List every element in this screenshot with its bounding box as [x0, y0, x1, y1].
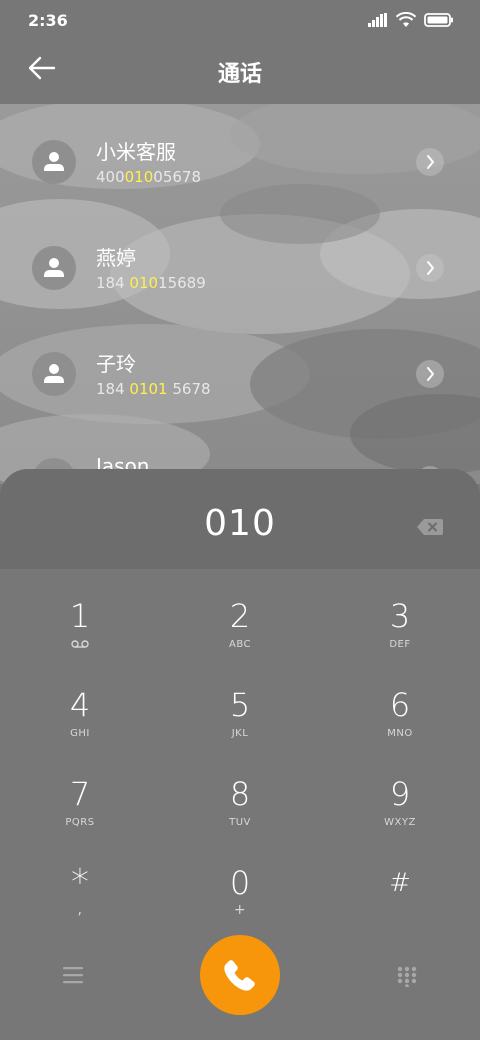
menu-button[interactable] — [62, 965, 84, 985]
key-digit: 6 — [389, 686, 411, 724]
avatar — [32, 352, 76, 396]
key-digit: 9 — [389, 775, 411, 813]
key-digit: 4 — [69, 686, 91, 724]
key-9[interactable]: 9 WXYZ — [340, 775, 460, 855]
key-7[interactable]: 7 PQRS — [20, 775, 140, 855]
call-button[interactable] — [200, 935, 280, 1015]
chevron-right-icon — [427, 367, 434, 381]
dialer-actions — [0, 920, 480, 1030]
page-title: 通话 — [217, 62, 262, 87]
dialpad-toggle-button[interactable] — [396, 965, 418, 988]
key-8[interactable]: 8 TUV — [180, 775, 300, 855]
contact-list: 小米客服 40001005678 燕婷 184 01015689 子玲 184 … — [0, 104, 480, 484]
key-digit: 7 — [69, 775, 91, 813]
contact-number: 184 01015689 — [96, 274, 206, 292]
voicemail-icon — [71, 640, 89, 648]
battery-icon — [424, 13, 453, 27]
key-letters: WXYZ — [384, 817, 416, 828]
key-letters: JKL — [231, 728, 249, 739]
person-icon — [44, 258, 64, 277]
key-digit: 5 — [229, 686, 251, 724]
key-letters: + — [233, 902, 247, 918]
key-letters: GHI — [70, 728, 90, 739]
key-letters: , — [77, 902, 83, 918]
key-3[interactable]: 3 DEF — [340, 597, 460, 677]
contact-number: 40001005678 — [96, 168, 201, 186]
chevron-right-icon — [427, 155, 434, 169]
contact-detail-button[interactable] — [416, 148, 444, 176]
header: 通话 — [0, 40, 480, 104]
avatar — [32, 140, 76, 184]
key-letters — [20, 639, 140, 652]
key-digit: # — [389, 868, 411, 898]
contact-item[interactable]: 燕婷 184 01015689 — [0, 214, 480, 314]
avatar — [32, 246, 76, 290]
key-letters: ABC — [228, 639, 251, 650]
menu-icon — [63, 967, 83, 984]
phone-icon — [224, 960, 255, 991]
key-1[interactable]: 1 — [20, 597, 140, 677]
dial-display: 010 — [0, 469, 480, 569]
status-bar: 2:36 — [0, 0, 480, 40]
key-digit: * — [71, 862, 89, 903]
contact-name: 燕婷 — [96, 246, 136, 270]
contact-number: 184 0101 5678 — [96, 380, 211, 398]
chevron-right-icon — [427, 261, 434, 275]
key-letters: PQRS — [65, 817, 95, 828]
backspace-icon — [417, 519, 443, 535]
key-4[interactable]: 4 GHI — [20, 686, 140, 766]
backspace-button[interactable] — [416, 517, 444, 537]
key-digit: 0 — [229, 864, 251, 902]
key-digit: 3 — [389, 597, 411, 635]
key-digit: 2 — [229, 597, 251, 635]
key-letters: DEF — [389, 639, 411, 650]
key-6[interactable]: 6 MNO — [340, 686, 460, 766]
status-time: 2:36 — [28, 11, 68, 30]
key-letters: MNO — [387, 728, 413, 739]
person-icon — [44, 364, 64, 383]
wifi-icon — [396, 12, 416, 27]
key-5[interactable]: 5 JKL — [180, 686, 300, 766]
contact-detail-button[interactable] — [416, 360, 444, 388]
contact-detail-button[interactable] — [416, 254, 444, 282]
dialed-number: 010 — [204, 503, 276, 544]
key-digit: 8 — [229, 775, 251, 813]
key-letters: TUV — [229, 817, 251, 828]
status-icons — [368, 12, 454, 28]
key-digit: 1 — [69, 597, 91, 635]
contact-item[interactable]: 小米客服 40001005678 — [0, 108, 480, 208]
dialpad-icon — [397, 966, 417, 988]
contact-name: 子玲 — [96, 352, 136, 376]
signal-icon — [368, 13, 387, 27]
contact-item[interactable]: 子玲 184 0101 5678 — [0, 320, 480, 420]
person-icon — [44, 152, 64, 171]
contact-name: 小米客服 — [96, 140, 176, 164]
key-2[interactable]: 2 ABC — [180, 597, 300, 677]
